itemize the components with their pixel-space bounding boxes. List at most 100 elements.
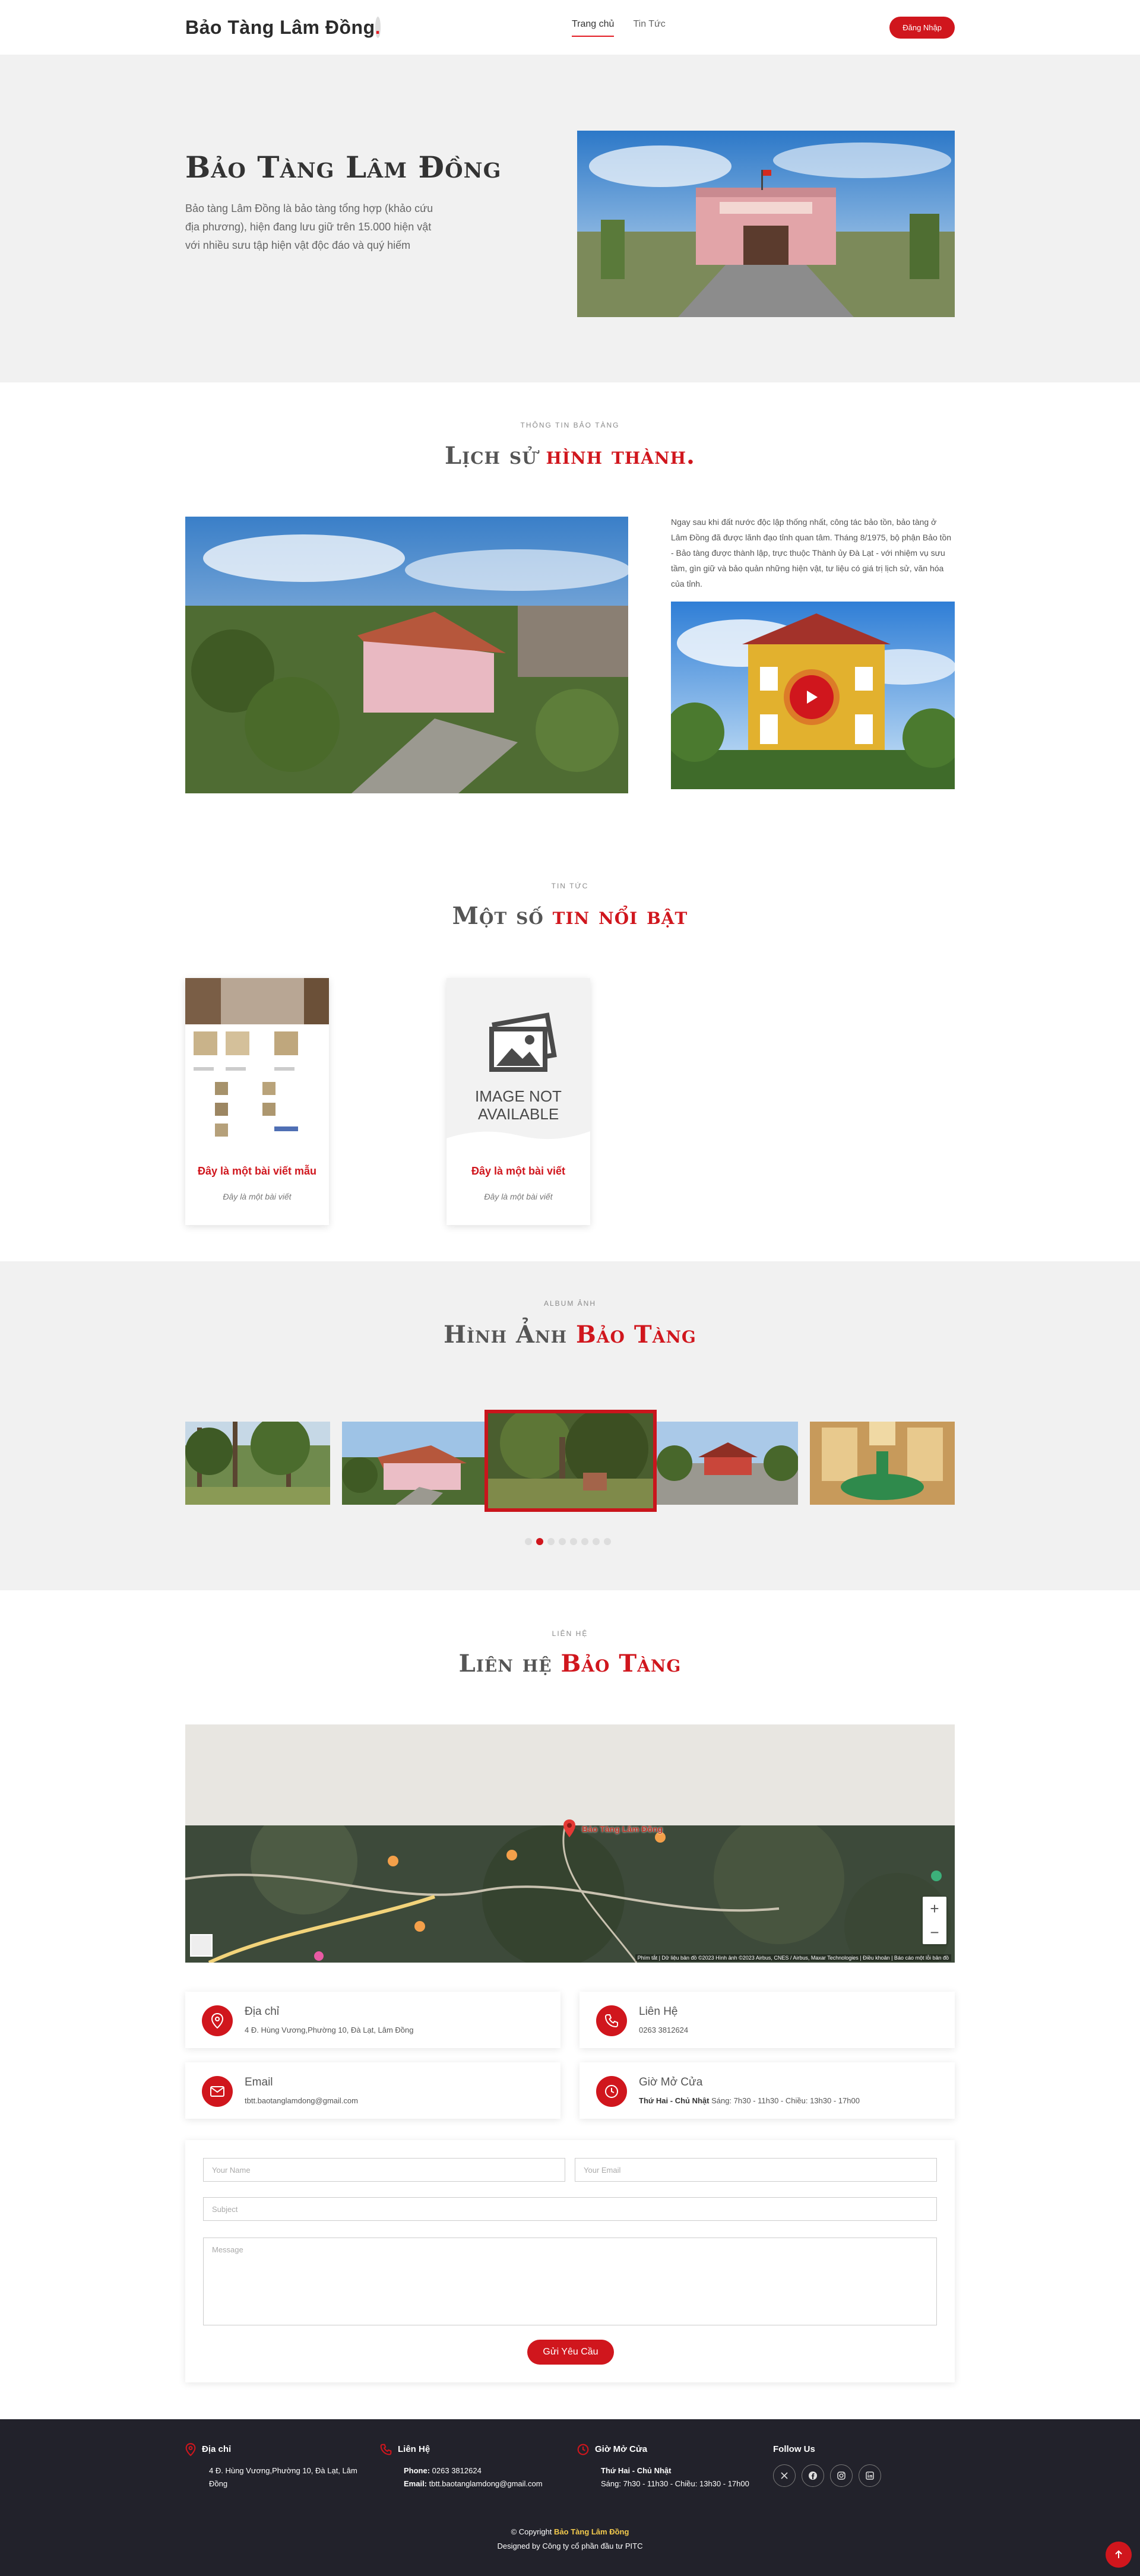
name-input[interactable]: Your Name — [203, 2158, 565, 2182]
google-map[interactable]: Bảo Tàng Lâm Đồng + − Phím tắt | Dữ liệu… — [185, 1724, 955, 1963]
email-box: Email tbtt.baotanglamdong@gmail.com — [185, 2062, 560, 2119]
social-links — [773, 2464, 951, 2487]
news-card-title[interactable]: Đây là một bài viết mẫu — [185, 1165, 329, 1178]
map-pin-icon[interactable] — [563, 1819, 575, 1837]
nav-home[interactable]: Trang chủ — [572, 19, 615, 37]
phone-text[interactable]: 0263 3812624 — [639, 2026, 688, 2034]
history-title-a: Lịch sử — [445, 442, 546, 470]
album-title: Hình Ảnh Bảo Tàng — [0, 1321, 1140, 1349]
footer-address-title: Địa chỉ — [202, 2444, 232, 2454]
album-pagination-dot[interactable] — [604, 1538, 611, 1545]
album-slide-active[interactable] — [484, 1410, 657, 1512]
news-section: Tin tức Một số tin nổi bật Đây là một bà… — [0, 813, 1140, 1261]
message-textarea[interactable]: Message — [203, 2238, 937, 2325]
placeholder-line-1: IMAGE NOT — [475, 1087, 562, 1105]
footer-hours-title: Giờ Mở Cửa — [595, 2444, 648, 2454]
album-pagination-dot[interactable] — [536, 1538, 543, 1545]
history-section: Thông tin bảo tàng Lịch sử hình thành. N… — [0, 382, 1140, 813]
hero-section: Bảo Tàng Lâm Đồng Bảo tàng Lâm Đồng là b… — [0, 55, 1140, 382]
album-slide[interactable] — [657, 1422, 798, 1505]
footer-follow: Follow Us — [773, 2443, 951, 2487]
album-slide[interactable] — [810, 1422, 955, 1505]
footer-hours-days: Thứ Hai - Chủ Nhật — [601, 2466, 672, 2475]
news-title-a: Một số — [452, 902, 553, 930]
history-text: Ngay sau khi đất nước độc lập thống nhất… — [671, 517, 952, 588]
facebook-icon[interactable] — [802, 2464, 824, 2487]
linkedin-icon[interactable] — [859, 2464, 881, 2487]
copyright-brand: Bảo Tàng Lâm Đồng — [554, 2527, 629, 2536]
placeholder-line-2: AVAILABLE — [477, 1105, 559, 1123]
designed-by: Designed by Công ty cổ phần đầu tư PITC — [497, 2542, 643, 2550]
contact-label: Liên hệ — [552, 1629, 588, 1638]
arrow-up-icon — [1115, 2550, 1122, 2558]
back-to-top-button[interactable] — [1106, 2542, 1132, 2568]
email-text[interactable]: tbtt.baotanglamdong@gmail.com — [245, 2096, 358, 2105]
history-title-b: hình thành. — [546, 442, 695, 470]
history-label: Thông tin bảo tàng — [520, 421, 620, 429]
instagram-icon[interactable] — [830, 2464, 853, 2487]
album-pagination-dot[interactable] — [593, 1538, 600, 1545]
phone-icon — [596, 2005, 627, 2036]
site-logo[interactable]: Bảo Tàng Lâm Đồng. — [185, 16, 381, 39]
album-slide[interactable] — [342, 1422, 487, 1505]
location-icon — [185, 2443, 196, 2456]
map-layer-toggle[interactable] — [190, 1934, 213, 1957]
satellite-map-tiles — [185, 1825, 955, 1963]
phone-box: Liên Hệ 0263 3812624 — [580, 1992, 955, 2048]
contact-title: Liên hệ Bảo Tàng — [0, 1650, 1140, 1678]
hours-box: Giờ Mở Cửa Thứ Hai - Chủ Nhật Sáng: 7h30… — [580, 2062, 955, 2119]
album-pagination-dot[interactable] — [525, 1538, 532, 1545]
hours-text: Thứ Hai - Chủ Nhật Sáng: 7h30 - 11h30 - … — [639, 2096, 860, 2105]
play-icon — [807, 691, 818, 704]
zoom-in-button[interactable]: + — [923, 1897, 946, 1920]
contact-section: Liên hệ Liên hệ Bảo Tàng Bảo Tàng Lâm Đồ… — [0, 1590, 1140, 2419]
clock-icon — [596, 2076, 627, 2107]
news-card-excerpt: Đây là một bài viết — [223, 1192, 292, 1201]
location-icon — [202, 2005, 233, 2036]
footer-email-value[interactable]: tbtt.baotanglamdong@gmail.com — [427, 2479, 543, 2488]
logo-text: Bảo Tàng Lâm Đồng — [185, 16, 375, 38]
album-section: Album ảnh Hình Ảnh Bảo Tàng — [0, 1261, 1140, 1590]
clock-icon — [577, 2444, 589, 2455]
footer-address-text: 4 Đ. Hùng Vương,Phường 10, Đà Lạt, Lâm Đ… — [209, 2466, 357, 2488]
album-label: Album ảnh — [543, 1299, 596, 1308]
news-card[interactable]: Đây là một bài viết mẫu Đây là một bài v… — [185, 978, 329, 1225]
phone-icon — [380, 2444, 392, 2455]
news-title-b: tin nổi bật — [552, 902, 688, 930]
news-card[interactable]: IMAGE NOT AVAILABLE Đây là một bài viết … — [446, 978, 590, 1225]
album-title-b: Bảo Tàng — [576, 1321, 696, 1349]
subject-input[interactable]: Subject — [203, 2197, 937, 2221]
contact-title-b: Bảo Tàng — [560, 1650, 682, 1678]
phone-title: Liên Hệ — [639, 2005, 678, 2018]
video-play-button[interactable] — [790, 675, 834, 719]
hours-times: Sáng: 7h30 - 11h30 - Chiều: 13h30 - 17h0… — [709, 2096, 860, 2105]
footer-hours-text: Sáng: 7h30 - 11h30 - Chiều: 13h30 - 17h0… — [601, 2479, 749, 2488]
footer-phone: Phone: 0263 3812624 — [380, 2464, 576, 2477]
site-header: Bảo Tàng Lâm Đồng. Trang chủ Tin Tức Đăn… — [0, 0, 1140, 55]
album-pagination-dot[interactable] — [581, 1538, 588, 1545]
album-slide[interactable] — [185, 1422, 330, 1505]
album-title-a: Hình Ảnh — [444, 1321, 576, 1349]
placeholder-text: IMAGE NOT AVAILABLE — [446, 1087, 590, 1123]
footer-phone-label: Phone: — [404, 2466, 430, 2475]
zoom-out-button[interactable]: − — [923, 1920, 946, 1944]
album-pagination-dot[interactable] — [570, 1538, 577, 1545]
address-box: Địa chỉ 4 Đ. Hùng Vương,Phường 10, Đà Lạ… — [185, 1992, 560, 2048]
site-footer: Địa chỉ 4 Đ. Hùng Vương,Phường 10, Đà Lạ… — [0, 2419, 1140, 2576]
nav-news[interactable]: Tin Tức — [633, 19, 665, 37]
footer-contact: Liên Hệ Phone: 0263 3812624 Email: tbtt.… — [380, 2443, 576, 2490]
email-input[interactable]: Your Email — [575, 2158, 937, 2182]
news-card-thumbnail — [185, 978, 329, 1143]
footer-address: Địa chỉ 4 Đ. Hùng Vương,Phường 10, Đà Lạ… — [185, 2443, 381, 2490]
footer-phone-value[interactable]: 0263 3812624 — [430, 2466, 482, 2475]
login-button[interactable]: Đăng Nhập — [889, 16, 955, 39]
twitter-x-icon[interactable] — [773, 2464, 796, 2487]
news-title: Một số tin nổi bật — [0, 902, 1140, 930]
album-pagination-dot[interactable] — [559, 1538, 566, 1545]
logo-dot: . — [375, 16, 381, 38]
submit-request-button[interactable]: Gửi Yêu Cầu — [527, 2340, 614, 2365]
contact-form: Your Name Your Email Subject Message Gửi… — [185, 2140, 955, 2382]
hours-days: Thứ Hai - Chủ Nhật — [639, 2096, 710, 2105]
album-pagination-dot[interactable] — [547, 1538, 555, 1545]
news-card-title[interactable]: Đây là một bài viết — [446, 1165, 590, 1178]
